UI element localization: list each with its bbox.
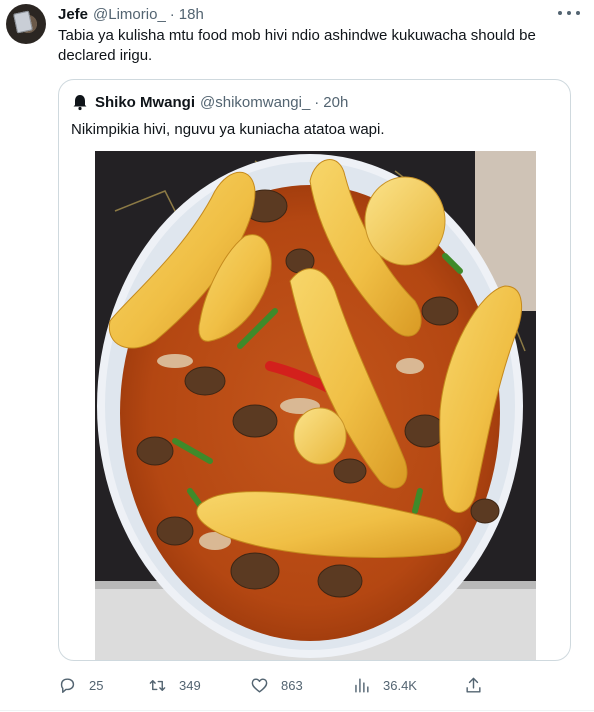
separator-dot: · [169,5,175,23]
reply-button[interactable]: 25 [58,676,103,695]
action-bar: 25 349 863 36.4K [58,674,498,696]
divider [0,710,594,711]
quoted-tweet[interactable]: Shiko Mwangi @shikomwangi_ · 20h Nikimpi… [58,79,571,661]
reply-icon [60,677,75,693]
like-button[interactable]: 863 [250,676,303,695]
potato [293,407,347,465]
views-icon [355,677,369,693]
quote-avatar-icon[interactable] [71,93,89,111]
meat-chunk [470,498,500,524]
more-dot [576,11,580,15]
meat-chunk [421,296,459,326]
more-icon[interactable] [558,4,580,22]
mushroom [396,358,424,374]
like-icon [251,677,268,693]
quote-header: Shiko Mwangi @shikomwangi_ · 20h [71,92,348,112]
share-icon [466,677,481,693]
views-button[interactable]: 36.4K [352,676,417,695]
tweet-header: Jefe @Limorio_ · 18h [58,4,204,24]
author-name[interactable]: Jefe [58,6,88,23]
quote-author-name[interactable]: Shiko Mwangi [95,94,195,111]
meat-chunk [232,404,278,438]
views-count: 36.4K [383,677,417,693]
meat-chunk [230,552,280,590]
retweet-count: 349 [179,677,201,693]
quote-time[interactable]: 20h [323,94,348,111]
like-count: 863 [281,677,303,693]
meat-chunk [184,366,226,396]
meat-chunk [136,436,174,466]
tweet-time[interactable]: 18h [179,6,204,23]
separator-dot: · [314,93,320,111]
food-photo[interactable] [95,151,536,661]
share-button[interactable] [464,676,495,695]
author-avatar[interactable] [6,4,46,44]
meat-chunk [317,564,363,598]
tweet-text: Tabia ya kulisha mtu food mob hivi ndio … [58,27,536,64]
meat-chunk [404,414,446,448]
more-dot [558,11,562,15]
potato [364,176,446,266]
avatar-card-shape [13,10,33,34]
retweet-icon [149,679,166,691]
meat-chunk [333,458,367,484]
quote-author-handle[interactable]: @shikomwangi_ [200,94,310,111]
more-dot [567,11,571,15]
meat-chunk [156,516,194,546]
mushroom [157,354,193,368]
reply-count: 25 [89,677,104,693]
author-handle[interactable]: @Limorio_ [93,6,166,23]
tweet[interactable]: Jefe @Limorio_ · 18h Tabia ya kulisha mt… [0,0,594,712]
quote-text: Nikimpikia hivi, nguvu ya kuniacha atato… [71,121,385,138]
retweet-button[interactable]: 349 [148,676,201,695]
